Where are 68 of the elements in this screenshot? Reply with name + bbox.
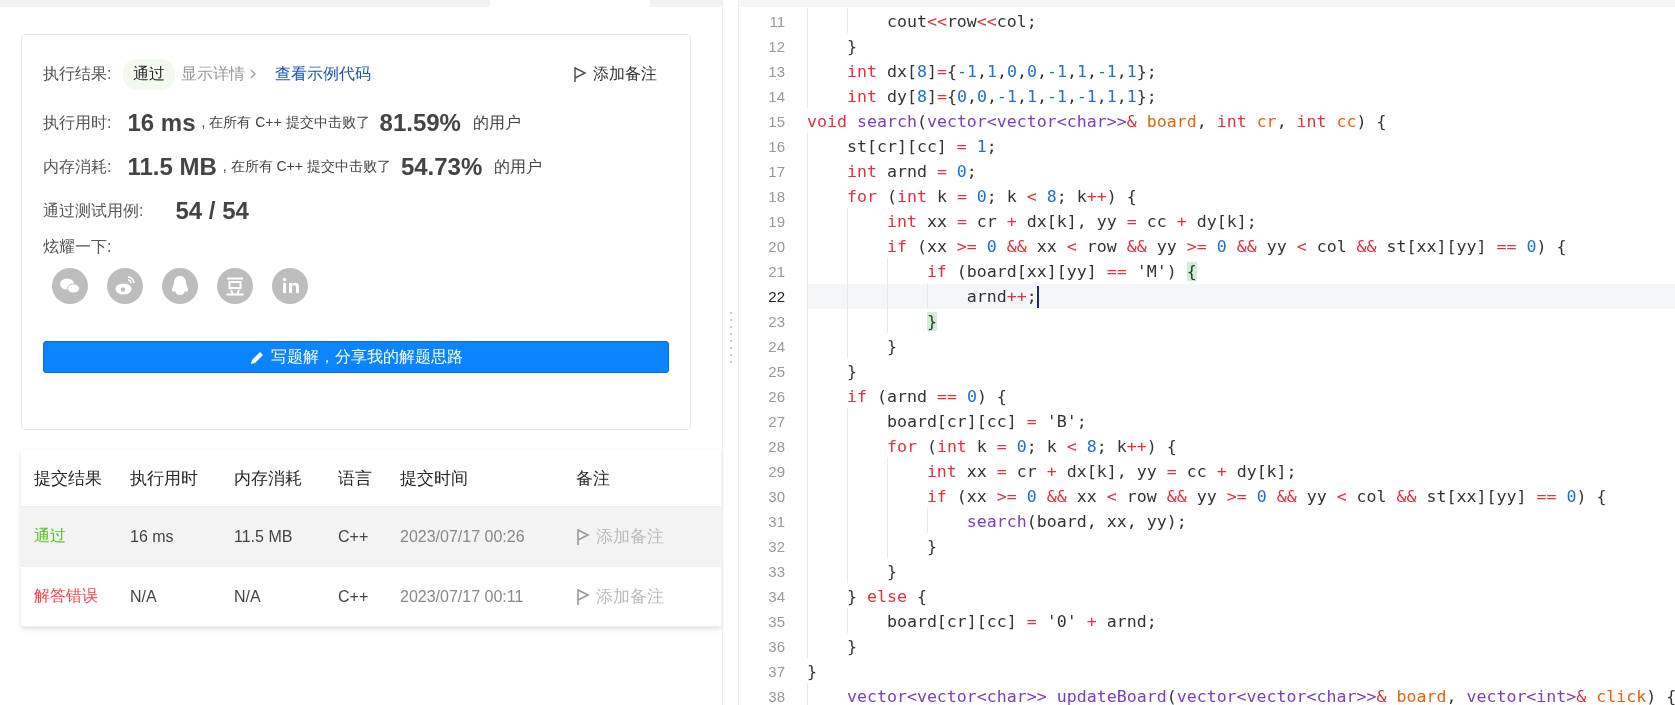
column-header: 执行用时 [130,467,199,490]
tests-value: 54 / 54 [175,197,249,225]
line-number: 35 [767,613,785,630]
result-label: 执行结果: [43,63,112,84]
column-header: 提交结果 [33,467,103,490]
line-number: 26 [767,388,785,405]
column-header: 备注 [576,467,610,490]
stat-value: 16 ms [127,109,196,137]
memory-cell-text: N/A [234,587,262,606]
stat-suffix: 的用户 [494,156,543,177]
line-number: 22 [767,288,785,305]
line-number: 15 [767,113,785,130]
line-number: 12 [767,38,785,55]
column-header: 语言 [338,467,373,490]
line-number: 32 [767,538,785,555]
memory-cell-text: 11.5 MB [234,527,294,546]
line-number: 28 [767,438,785,455]
line-number: 30 [767,488,785,505]
status-cell[interactable]: 解答错误 [21,586,130,607]
stat-label: 内存消耗: [43,156,112,177]
add-note-button[interactable]: 添加备注 [573,63,657,85]
column-header: 提交时间 [400,467,469,490]
code-line: } [807,662,817,681]
line-number: 20 [767,238,785,255]
line-number: 14 [767,88,785,105]
runtime-cell-text: N/A [130,587,158,606]
tests-label: 通过测试用例: [43,200,144,221]
line-number: 16 [767,138,785,155]
add-note-button[interactable]: 添加备注 [576,585,664,608]
line-number: 19 [767,213,785,230]
column-header: 内存消耗 [234,467,303,490]
line-number: 21 [767,263,785,280]
stat-suffix: 的用户 [472,112,521,133]
line-number: 24 [767,338,785,355]
line-number: 17 [767,163,785,180]
time-cell-text: 2023/07/17 00:11 [400,587,525,606]
submission-row[interactable]: 解答错误 N/A N/A C++ 2023/07/17 00:11 添加备注 [21,567,721,627]
write-solution-button[interactable]: 写题解，分享我的解题思路 [43,341,669,373]
line-number: 25 [767,363,785,380]
stat-value: 11.5 MB [127,153,217,181]
line-number: 29 [767,463,785,480]
code-line: void search(vector<vector<char>>& board, int cr, int cc) { [807,112,1387,131]
details-link[interactable]: 显示详情 [181,63,258,85]
line-number: 23 [767,313,785,330]
line-number: 11 [768,13,785,30]
stat-text: , 在所有 C++ 提交中击败了 [222,158,391,176]
stat-percent: 81.59% [379,109,461,137]
example-code-link[interactable]: 查看示例代码 [275,63,372,85]
status-cell[interactable]: 通过 [21,526,130,547]
time-cell-text: 2023/07/17 00:26 [400,527,526,546]
line-number: 33 [767,563,785,580]
runtime-cell-text: 16 ms [130,527,175,546]
status-badge: 通过 [123,58,176,90]
submission-row[interactable]: 通过 16 ms 11.5 MB C++ 2023/07/17 00:26 添加备注 [21,507,721,567]
language-cell-text: C++ [338,527,370,546]
line-number: 36 [767,638,785,655]
line-number: 38 [767,688,785,705]
language-cell-text: C++ [338,587,370,606]
line-number: 27 [767,413,785,430]
share-label: 炫耀一下: [43,237,113,257]
line-number: 34 [767,588,785,605]
line-number: 31 [767,513,785,530]
line-number: 37 [767,663,785,680]
stat-percent: 54.73% [400,153,483,181]
line-number: 13 [767,63,785,80]
stat-text: , 在所有 C++ 提交中击败了 [201,114,370,132]
line-number: 18 [767,188,785,205]
stat-label: 执行用时: [43,112,112,133]
